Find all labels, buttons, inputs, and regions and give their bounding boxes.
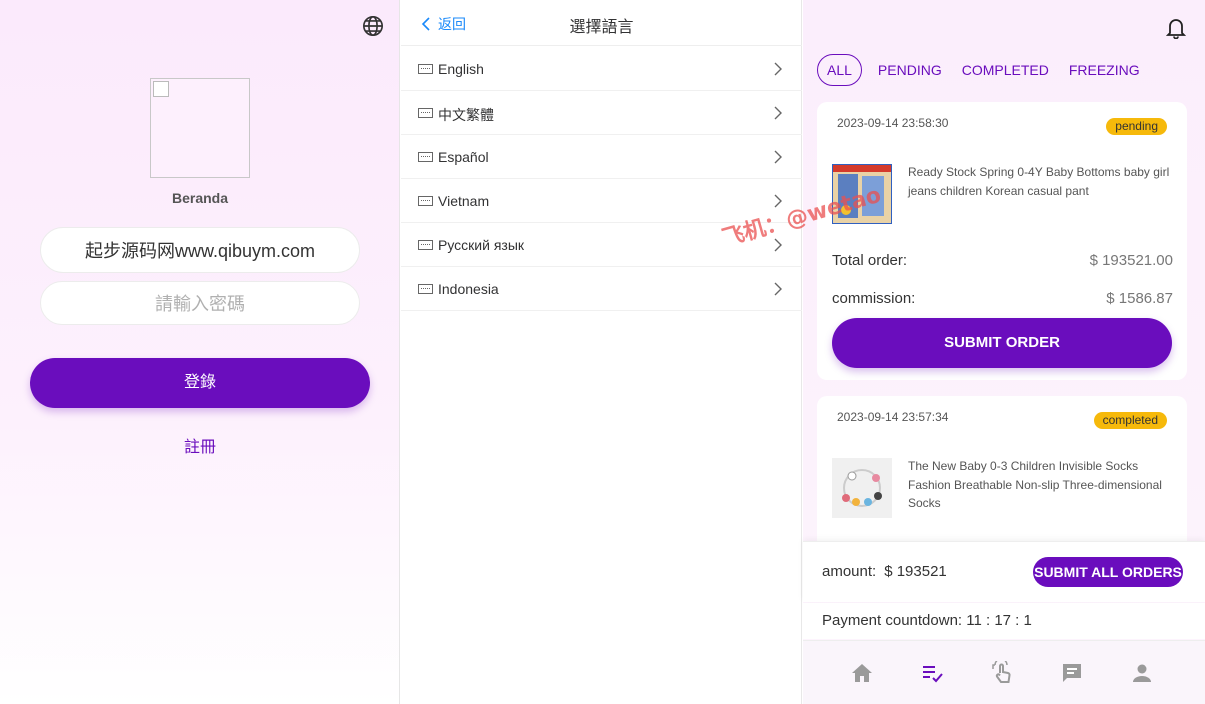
tab-freezing[interactable]: FREEZING <box>1069 62 1140 78</box>
payment-countdown: Payment countdown: 11 : 17 : 1 <box>822 612 1032 629</box>
tab-completed[interactable]: COMPLETED <box>962 62 1049 78</box>
language-item-indonesia[interactable]: Indonesia <box>401 267 802 311</box>
register-link[interactable]: 註冊 <box>0 433 400 457</box>
brand-name: Beranda <box>171 190 229 206</box>
flag-icon <box>418 152 433 162</box>
tab-pending[interactable]: PENDING <box>878 62 942 78</box>
product-name: Ready Stock Spring 0-4Y Baby Bottoms bab… <box>908 165 1170 198</box>
chevron-right-icon <box>774 62 782 76</box>
bottom-tabbar <box>803 640 1205 704</box>
language-panel: 返回 選擇語言 English 中文繁體 Español Vietnam Рус… <box>401 0 802 704</box>
login-panel: Beranda 起步源码网www.qibuym.com 請輸入密碼 登錄 註冊 <box>0 0 400 704</box>
status-badge: pending <box>1106 118 1167 135</box>
home-icon[interactable] <box>850 661 874 685</box>
user-icon[interactable] <box>1130 661 1154 685</box>
flag-icon <box>418 196 433 206</box>
order-card: 2023-09-14 23:58:30 pending Ready Stock … <box>817 102 1187 380</box>
page-title: 選擇語言 <box>569 19 634 36</box>
flag-icon <box>418 240 433 250</box>
countdown-bar: Payment countdown: 11 : 17 : 1 <box>803 603 1205 639</box>
chevron-right-icon <box>774 150 782 164</box>
total-order-value: $ 193521.00 <box>1089 252 1173 269</box>
status-badge: completed <box>1093 412 1167 429</box>
submit-order-button[interactable]: SUBMIT ORDER <box>832 318 1172 368</box>
product-name: The New Baby 0-3 Children Invisible Sock… <box>908 459 1162 510</box>
globe-icon[interactable] <box>362 15 384 37</box>
amount-value: $ 193521 <box>884 563 947 580</box>
order-tabs: ALL PENDING COMPLETED FREEZING <box>817 54 1160 86</box>
language-item-spanish[interactable]: Español <box>401 135 802 179</box>
total-order-label: Total order: <box>832 252 908 269</box>
chevron-right-icon <box>774 282 782 296</box>
language-label: Indonesia <box>438 281 499 297</box>
product-thumbnail <box>832 458 892 518</box>
language-label: Vietnam <box>438 193 490 209</box>
tap-icon[interactable] <box>990 661 1014 685</box>
message-icon[interactable] <box>1060 661 1084 685</box>
username-field[interactable]: 起步源码网www.qibuym.com <box>40 227 360 273</box>
commission-row: commission: $ 1586.87 <box>832 290 1173 307</box>
commission-label: commission: <box>832 290 916 307</box>
order-date: 2023-09-14 23:58:30 <box>837 116 949 130</box>
language-item-english[interactable]: English <box>401 47 802 91</box>
order-date: 2023-09-14 23:57:34 <box>837 410 949 424</box>
broken-image-icon <box>153 81 169 97</box>
language-label: 中文繁體 <box>438 107 494 123</box>
login-button[interactable]: 登錄 <box>30 358 370 408</box>
summary-bar: amount: $ 193521 SUBMIT ALL ORDERS <box>803 541 1205 602</box>
orders-icon[interactable] <box>920 661 944 685</box>
language-label: Русский язык <box>438 237 525 253</box>
flag-icon <box>418 284 433 294</box>
commission-value: $ 1586.87 <box>1106 290 1173 307</box>
amount-label: amount: <box>822 563 877 580</box>
language-item-chinese[interactable]: 中文繁體 <box>401 91 802 135</box>
tab-all[interactable]: ALL <box>817 54 862 86</box>
flag-icon <box>418 108 433 118</box>
submit-all-orders-button[interactable]: SUBMIT ALL ORDERS <box>1033 557 1183 587</box>
total-order-row: Total order: $ 193521.00 <box>832 252 1173 269</box>
password-field[interactable]: 請輸入密碼 <box>40 281 360 325</box>
logo-image <box>150 78 250 178</box>
chevron-right-icon <box>774 106 782 120</box>
orders-panel: ALL PENDING COMPLETED FREEZING 2023-09-1… <box>803 0 1205 704</box>
chevron-right-icon <box>774 238 782 252</box>
nav-bar: 返回 選擇語言 <box>401 0 802 46</box>
language-label: English <box>438 61 484 77</box>
flag-icon <box>418 64 433 74</box>
bell-icon[interactable] <box>1166 17 1186 39</box>
amount-row: amount: $ 193521 <box>822 563 947 580</box>
order-card: 2023-09-14 23:57:34 completed The New Ba… <box>817 396 1187 556</box>
language-label: Español <box>438 149 489 165</box>
